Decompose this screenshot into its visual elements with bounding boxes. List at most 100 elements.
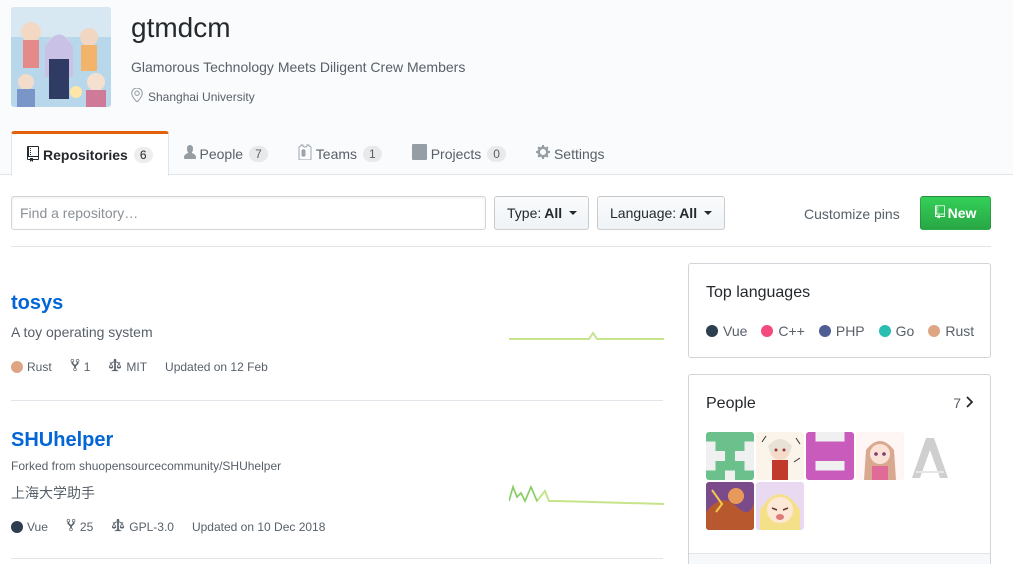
person-icon (183, 144, 196, 163)
language-color-dot (761, 325, 774, 337)
language-item[interactable]: Vue (706, 323, 747, 339)
top-languages-box: Top languages Vue C++ PHP Go Rust (688, 263, 991, 358)
avatar[interactable] (906, 432, 954, 480)
avatar[interactable] (706, 432, 754, 480)
tab-label: People (199, 145, 244, 162)
find-repository-input[interactable] (11, 196, 486, 230)
org-location: Shanghai University (131, 87, 255, 105)
tab-counter: 7 (249, 145, 268, 162)
tab-label: Teams (315, 145, 358, 162)
location-text: Shanghai University (148, 89, 255, 104)
repo-description: 上海大学助手 (11, 485, 95, 501)
people-avatars (706, 432, 956, 530)
avatar[interactable] (706, 482, 754, 530)
language-color-dot (928, 325, 941, 337)
top-languages-list: Vue C++ PHP Go Rust (706, 323, 988, 339)
repo-language: Rust (11, 360, 52, 374)
people-box: People 7 (688, 374, 991, 564)
people-count: 7 (953, 395, 961, 411)
people-count-link[interactable]: 7 (953, 395, 974, 411)
fork-count: 1 (83, 359, 91, 374)
tab-counter: 0 (487, 145, 506, 162)
language-name: PHP (835, 323, 865, 339)
repo-icon (27, 145, 39, 165)
repo-icon (934, 204, 945, 222)
language-color-dot (11, 360, 23, 373)
repo-forked-from[interactable]: Forked from shuopensourcecommunity/SHUhe… (11, 459, 281, 473)
tab-repositories[interactable]: Repositories 6 (11, 131, 169, 176)
license-name: MIT (126, 359, 148, 374)
language-item[interactable]: Rust (928, 323, 974, 339)
language-name: Vue (27, 519, 48, 534)
language-name: Vue (723, 323, 748, 339)
activity-sparkline (509, 331, 664, 340)
language-color-dot (706, 325, 718, 337)
tab-people[interactable]: People 7 (169, 131, 283, 176)
people-box-footer (689, 553, 990, 564)
language-filter-value: All (679, 205, 698, 221)
language-item[interactable]: PHP (818, 323, 865, 339)
repo-list-item: SHUhelper Forked from shuopensourcecommu… (11, 401, 664, 559)
tab-label: Settings (553, 145, 605, 162)
org-description: Glamorous Technology Meets Diligent Crew… (131, 59, 466, 75)
law-icon (111, 518, 125, 535)
type-filter-value: All (544, 205, 563, 221)
type-filter-label: Type: (507, 205, 542, 221)
avatar[interactable] (756, 482, 804, 530)
org-tabs: Repositories 6 People 7 Teams 1 Projects… (11, 131, 620, 176)
people-title[interactable]: People (706, 395, 756, 413)
repo-name-link[interactable]: tosys (11, 292, 63, 315)
new-button-label: New (947, 205, 977, 221)
language-name: C++ (778, 323, 805, 339)
language-filter-label: Language: (610, 205, 677, 221)
law-icon (108, 358, 122, 375)
project-icon (411, 144, 427, 163)
activity-sparkline (509, 483, 664, 505)
repo-license: GPL-3.0 (111, 518, 174, 535)
repo-meta: Rust 1 MIT Updated on 12 Feb (11, 358, 286, 375)
repo-name-link[interactable]: SHUhelper (11, 429, 113, 452)
language-color-dot (11, 520, 23, 533)
chevron-right-icon (965, 395, 974, 411)
language-filter-button[interactable]: Language: All (597, 196, 725, 230)
jersey-icon (298, 144, 312, 163)
repo-list-item: tosys A toy operating system Rust 1 MIT … (11, 247, 664, 401)
language-name: Go (895, 323, 915, 339)
tab-counter: 1 (363, 145, 382, 162)
type-filter-button[interactable]: Type: All (494, 196, 589, 230)
avatar[interactable] (806, 432, 854, 480)
org-name: gtmdcm (131, 12, 231, 43)
tab-label: Repositories (43, 147, 128, 163)
language-name: Rust (945, 323, 975, 339)
repo-license: MIT (108, 358, 147, 375)
repo-meta: Vue 25 GPL-3.0 Updated on 10 Dec 2018 (11, 518, 343, 535)
language-item[interactable]: C++ (761, 323, 805, 339)
language-color-dot (878, 325, 891, 337)
tab-teams[interactable]: Teams 1 (283, 131, 397, 176)
customize-pins-link[interactable]: Customize pins (804, 206, 900, 222)
avatar[interactable] (856, 432, 904, 480)
repo-updated: Updated on 10 Dec 2018 (191, 519, 326, 534)
language-item[interactable]: Go (878, 323, 915, 339)
new-repository-button[interactable]: New (920, 196, 991, 230)
fork-icon (70, 358, 80, 375)
gear-icon (535, 144, 550, 163)
fork-icon (66, 518, 76, 535)
top-languages-title: Top languages (706, 284, 811, 301)
fork-count: 25 (79, 519, 94, 534)
org-avatar[interactable] (11, 7, 111, 107)
avatar[interactable] (756, 432, 804, 480)
caret-down-icon (569, 211, 578, 215)
tab-label: Projects (430, 145, 482, 162)
tab-counter: 6 (133, 147, 153, 163)
repo-forks[interactable]: 25 (66, 518, 93, 535)
repo-updated: Updated on 12 Feb (165, 359, 268, 374)
location-icon (131, 87, 143, 105)
language-color-dot (818, 325, 831, 337)
caret-down-icon (704, 211, 713, 215)
tab-settings[interactable]: Settings (521, 131, 620, 176)
repo-forks[interactable]: 1 (70, 358, 91, 375)
repo-language: Vue (11, 520, 48, 534)
org-header: gtmdcm Glamorous Technology Meets Dilige… (0, 0, 1013, 176)
tab-projects[interactable]: Projects 0 (397, 131, 521, 176)
